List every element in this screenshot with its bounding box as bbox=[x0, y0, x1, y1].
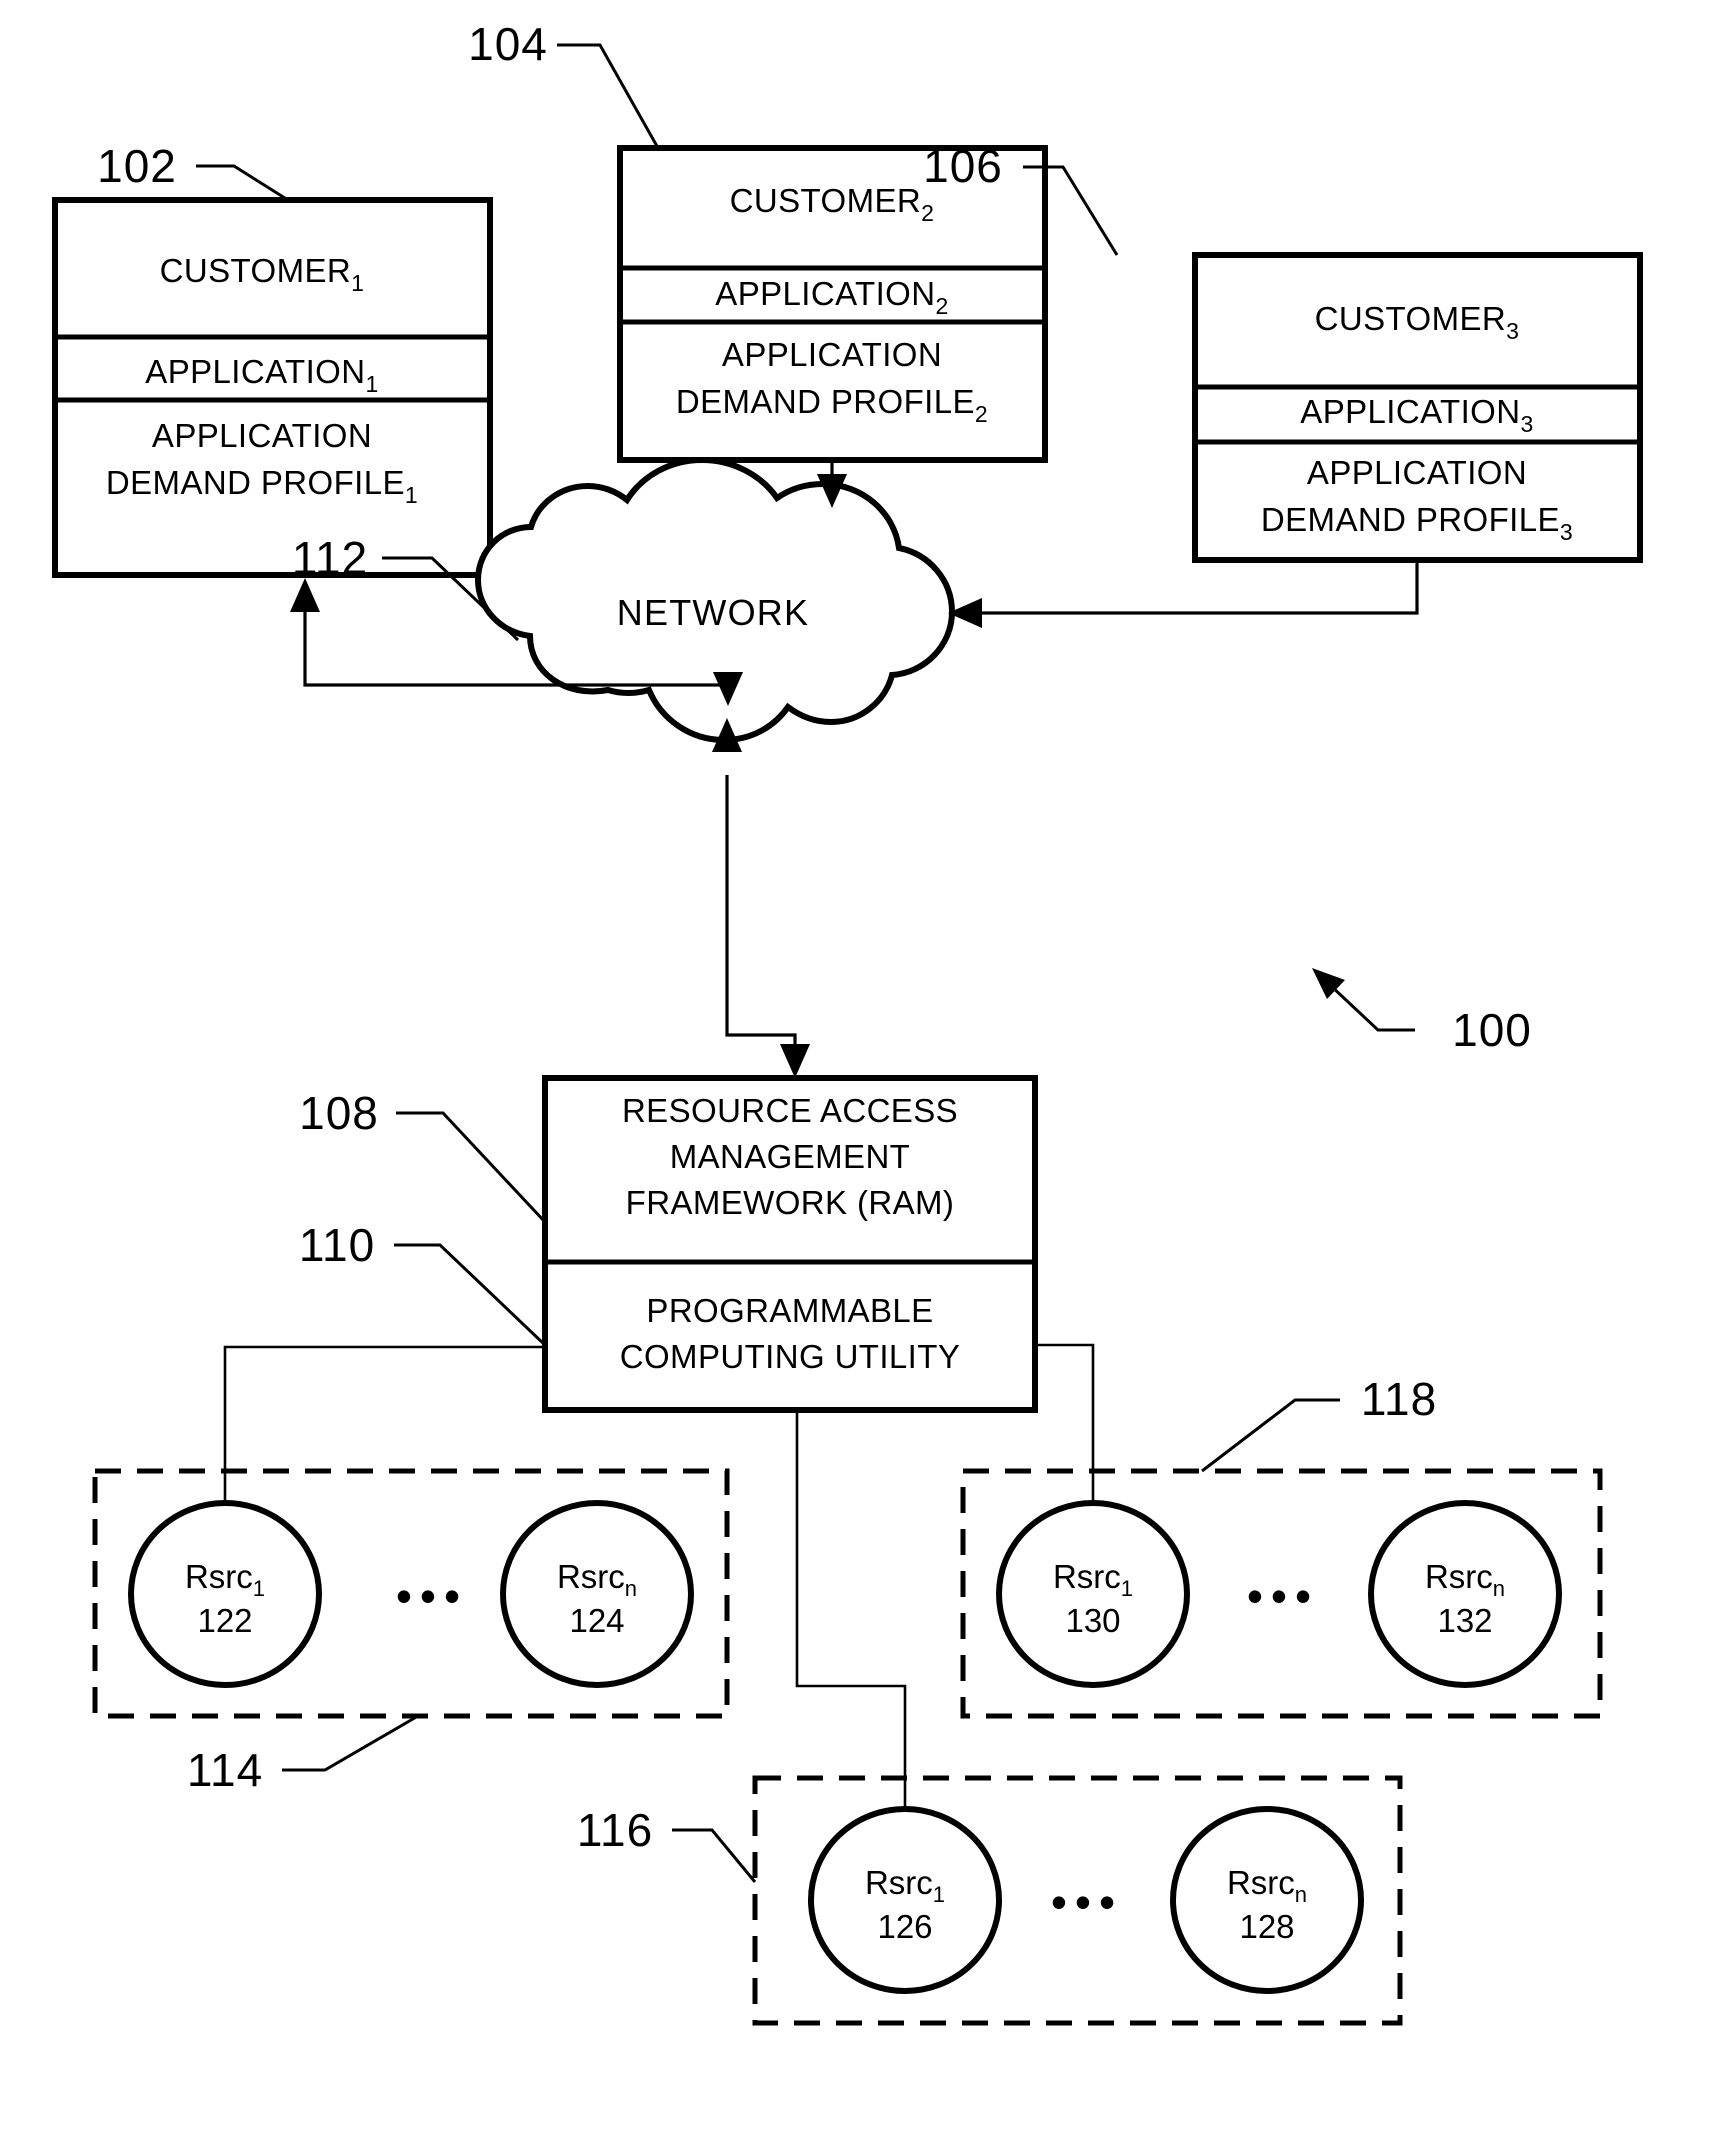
link-ram-group114 bbox=[223, 1345, 545, 1514]
reference-leader-100: 100 bbox=[1312, 968, 1532, 1056]
ram-line-1: RESOURCE ACCESS bbox=[622, 1092, 958, 1129]
reference-label-116: 116 bbox=[577, 1804, 653, 1856]
customer-2-block: CUSTOMER2 APPLICATION2 APPLICATION DEMAN… bbox=[617, 145, 1048, 463]
ram-line-3: FRAMEWORK (RAM) bbox=[626, 1184, 955, 1221]
customer-1-profile-line1: APPLICATION bbox=[152, 417, 372, 454]
utility-line-2: COMPUTING UTILITY bbox=[620, 1338, 960, 1375]
customer-2-profile-line1: APPLICATION bbox=[722, 336, 942, 373]
link-customer3-network bbox=[948, 560, 1419, 628]
resource-group-116-ellipsis: ••• bbox=[1051, 1876, 1123, 1928]
network-cloud-block: NETWORK bbox=[474, 456, 956, 744]
ram-framework-block: RESOURCE ACCESS MANAGEMENT FRAMEWORK (RA… bbox=[542, 1075, 1038, 1413]
link-network-ram bbox=[712, 718, 810, 1078]
reference-leader-118: 118 bbox=[1201, 1373, 1437, 1473]
resource-group-114-ellipsis: ••• bbox=[396, 1570, 468, 1622]
resource-122-ref: 122 bbox=[197, 1602, 252, 1639]
reference-leader-108: 108 bbox=[299, 1087, 547, 1224]
reference-leader-102: 102 bbox=[97, 140, 289, 202]
reference-label-110: 110 bbox=[299, 1219, 375, 1271]
reference-label-108: 108 bbox=[299, 1087, 379, 1139]
reference-label-104: 104 bbox=[468, 18, 548, 70]
reference-label-118: 118 bbox=[1361, 1373, 1437, 1425]
customer-3-block: CUSTOMER3 APPLICATION3 APPLICATION DEMAN… bbox=[1192, 252, 1643, 563]
reference-label-102: 102 bbox=[97, 140, 177, 192]
reference-label-106: 106 bbox=[923, 140, 1003, 192]
resource-group-116: Rsrc1 126 ••• Rsrcn 128 bbox=[752, 1775, 1403, 2026]
reference-label-100: 100 bbox=[1452, 1004, 1532, 1056]
resource-group-118: Rsrc1 130 ••• Rsrcn 132 bbox=[960, 1468, 1603, 1719]
reference-leader-104: 104 bbox=[468, 18, 660, 149]
utility-line-1: PROGRAMMABLE bbox=[646, 1292, 933, 1329]
customer-1-block: CUSTOMER1 APPLICATION1 APPLICATION DEMAN… bbox=[52, 197, 493, 578]
reference-leader-114: 114 bbox=[187, 1714, 419, 1796]
reference-leader-110: 110 bbox=[299, 1219, 547, 1347]
resource-126-ref: 126 bbox=[877, 1908, 932, 1945]
resource-group-114: Rsrc1 122 ••• Rsrcn 124 bbox=[92, 1468, 730, 1719]
reference-label-114: 114 bbox=[187, 1744, 263, 1796]
ram-line-2: MANAGEMENT bbox=[670, 1138, 911, 1175]
resource-130-ref: 130 bbox=[1065, 1602, 1120, 1639]
reference-leader-116: 116 bbox=[577, 1804, 757, 1883]
resource-128-ref: 128 bbox=[1239, 1908, 1294, 1945]
resource-124-ref: 124 bbox=[569, 1602, 624, 1639]
link-ram-group118 bbox=[1035, 1343, 1095, 1513]
customer-3-profile-line1: APPLICATION bbox=[1307, 454, 1527, 491]
resource-132-ref: 132 bbox=[1437, 1602, 1492, 1639]
arrowhead-to-ram bbox=[780, 1044, 810, 1078]
network-label: NETWORK bbox=[617, 592, 809, 633]
patent-figure-canvas: CUSTOMER1 APPLICATION1 APPLICATION DEMAN… bbox=[0, 0, 1732, 2138]
link-ram-group116 bbox=[795, 1410, 907, 1822]
reference-label-112: 112 bbox=[292, 532, 368, 584]
resource-group-118-ellipsis: ••• bbox=[1247, 1570, 1319, 1622]
